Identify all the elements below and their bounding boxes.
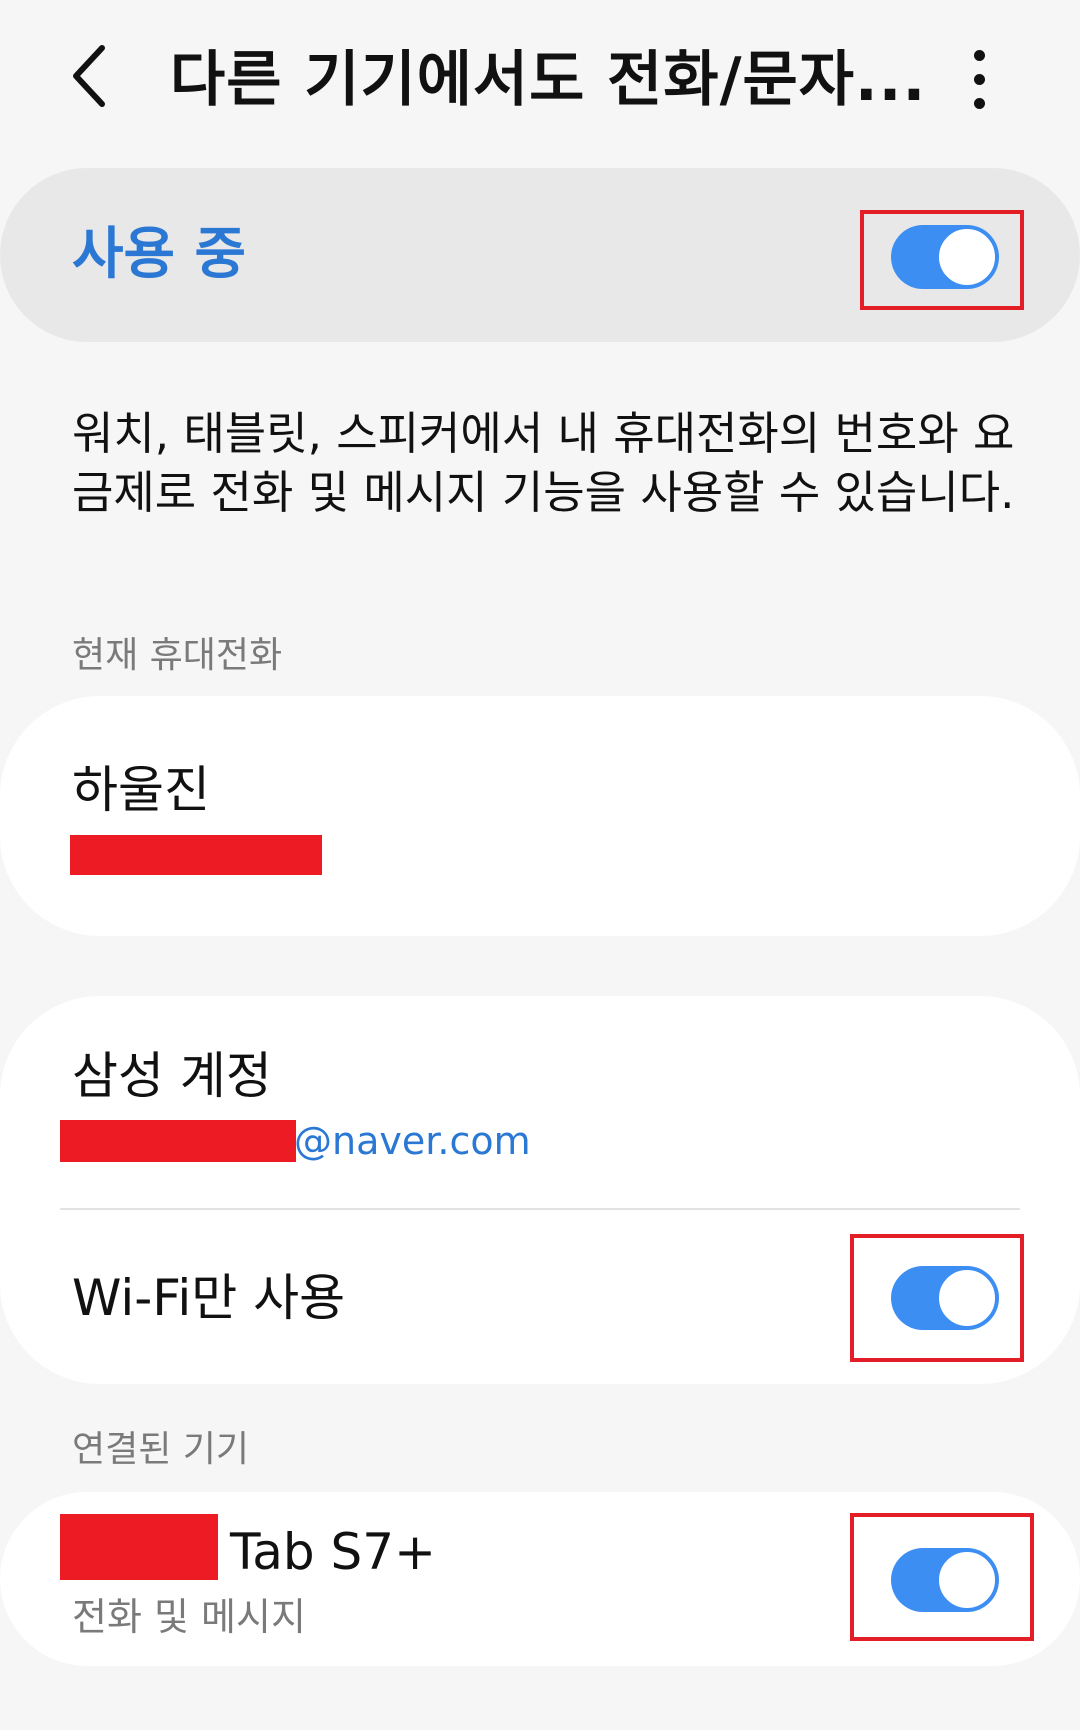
toggle-knob — [937, 1268, 997, 1328]
back-button[interactable] — [62, 36, 122, 116]
redacted-phone-number — [70, 835, 322, 875]
section-header-connected-devices: 연결된 기기 — [72, 1429, 250, 1470]
section-header-current-phone: 현재 휴대전화 — [72, 635, 283, 676]
wifi-only-toggle[interactable] — [891, 1266, 999, 1330]
chevron-left-icon — [73, 45, 105, 107]
account-email-domain: @naver.com — [294, 1119, 531, 1163]
wifi-only-label: Wi-Fi만 사용 — [72, 1269, 346, 1327]
more-options-button[interactable] — [960, 40, 1000, 120]
redacted-email-user — [60, 1120, 296, 1162]
toggle-knob — [937, 1550, 997, 1610]
toggle-knob — [937, 227, 997, 287]
samsung-account-title[interactable]: 삼성 계정 — [72, 1044, 272, 1108]
feature-description: 워치, 태블릿, 스피커에서 내 휴대전화의 번호와 요금제로 전화 및 메시지… — [72, 407, 1015, 519]
page-title: 다른 기기에서도 전화/문자... — [170, 45, 927, 115]
device-name: Tab S7+ — [230, 1523, 436, 1581]
master-switch-label: 사용 중 — [72, 222, 247, 287]
redacted-device-owner — [60, 1514, 218, 1580]
master-toggle[interactable] — [891, 225, 999, 289]
device-subtitle: 전화 및 메시지 — [72, 1595, 306, 1639]
current-phone-name: 하울진 — [72, 761, 210, 819]
device-toggle[interactable] — [891, 1548, 999, 1612]
divider — [60, 1208, 1020, 1210]
